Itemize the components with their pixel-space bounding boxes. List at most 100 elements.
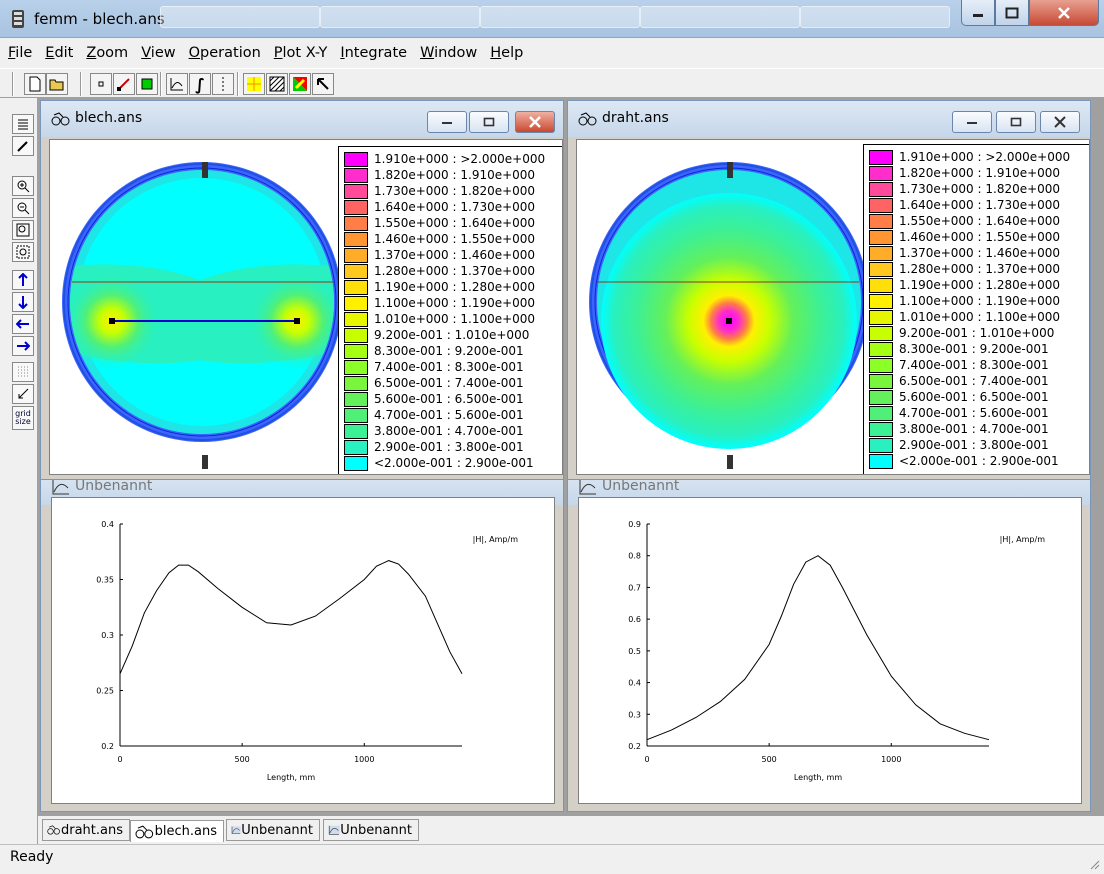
open-file-button[interactable]	[46, 73, 68, 95]
menu-help[interactable]: Help	[490, 45, 523, 61]
menu-window[interactable]: Window	[420, 45, 477, 61]
draht-legend: 1.910e+000 : >2.000e+000 1.820e+000 : 1.9…	[863, 144, 1089, 474]
grid-size-button[interactable]: grid size	[12, 406, 34, 430]
draht-window-title: draht.ans	[602, 110, 669, 126]
minimize-button[interactable]	[961, 0, 995, 26]
select-point-button[interactable]	[90, 73, 112, 95]
tab-unbenannt-2[interactable]: Unbenannt	[323, 819, 419, 841]
menu-zoom[interactable]: Zoom	[86, 45, 128, 61]
legend-label: 9.200e-001 : 1.010e+000	[374, 328, 530, 342]
legend-label: 1.910e+000 : >2.000e+000	[899, 150, 1071, 164]
contour-icon	[222, 77, 224, 91]
y-tick-label: 0.2	[101, 742, 114, 751]
integrate-button[interactable]: ∫	[189, 73, 211, 95]
legend-row: 1.190e+000 : 1.280e+000	[869, 277, 1060, 293]
legend-swatch	[869, 357, 893, 373]
density-plot-button[interactable]	[289, 73, 311, 95]
y-tick-label: 0.8	[628, 552, 641, 561]
list-button[interactable]	[12, 114, 34, 134]
legend-swatch	[344, 183, 368, 199]
zoom-out-button[interactable]	[12, 198, 34, 218]
close-button[interactable]	[1029, 0, 1099, 26]
new-file-icon	[29, 76, 41, 92]
tab-blech[interactable]: blech.ans	[130, 820, 224, 842]
pan-up-button[interactable]	[12, 270, 34, 290]
mesh-icon	[247, 77, 261, 91]
legend-label: 7.400e-001 : 8.300e-001	[899, 358, 1049, 372]
resize-grip-icon[interactable]	[1088, 858, 1100, 870]
menu-operation[interactable]: Operation	[189, 45, 261, 61]
show-mesh-button[interactable]	[243, 73, 265, 95]
legend-swatch	[344, 343, 368, 359]
blech-field-plot	[62, 162, 340, 469]
grid-icon	[18, 366, 28, 377]
legend-swatch	[344, 167, 368, 183]
magnet-glasses-icon	[47, 825, 60, 835]
legend-label: 1.010e+000 : 1.100e+000	[374, 312, 536, 326]
pointer-button[interactable]	[312, 73, 334, 95]
blech-minimize-button[interactable]	[427, 111, 467, 133]
legend-swatch	[344, 375, 368, 391]
plot-area-2: 0.2 0.3 0.4 0.5 0.6 0.7 0.8 0.9 0 500 1000 Length, …	[578, 497, 1082, 804]
plot-icon	[170, 78, 183, 91]
menu-integrate[interactable]: Integrate	[340, 45, 407, 61]
taskbar-ghost	[640, 6, 800, 28]
edit-button[interactable]	[12, 136, 34, 156]
legend-label: 1.100e+000 : 1.190e+000	[374, 296, 536, 310]
tab-draht[interactable]: draht.ans	[42, 819, 130, 841]
legend-swatch	[869, 293, 893, 309]
tab-label: Unbenannt	[241, 822, 313, 838]
pan-down-button[interactable]	[12, 292, 34, 312]
open-folder-icon	[49, 79, 64, 91]
legend-swatch	[344, 439, 368, 455]
zoom-natural-button[interactable]	[12, 220, 34, 240]
draht-close-button[interactable]	[1040, 111, 1080, 133]
menu-file[interactable]: File	[8, 45, 32, 61]
show-grid-button[interactable]	[12, 362, 34, 382]
maximize-button[interactable]	[995, 0, 1029, 26]
x-tick-label: 1000	[881, 755, 901, 764]
x-tick-label: 0	[117, 755, 122, 764]
legend-row: <2.000e-001 : 2.900e-001	[344, 455, 534, 471]
legend-label: 1.640e+000 : 1.730e+000	[374, 200, 536, 214]
pan-left-button[interactable]	[12, 314, 34, 334]
plot-window-2: Unbenannt 0.2 0.3 0.4 0.5 0.6 0.7 0.8 0.9 0 500 10…	[567, 468, 1091, 812]
legend-label: 2.900e-001 : 3.800e-001	[374, 440, 524, 454]
contour-button[interactable]	[212, 73, 234, 95]
draht-minimize-button[interactable]	[952, 111, 992, 133]
select-line-button[interactable]	[113, 73, 135, 95]
tab-unbenannt-1[interactable]: Unbenannt	[226, 819, 320, 841]
y-tick-label: 0.9	[628, 520, 641, 529]
legend-swatch	[869, 165, 893, 181]
zoom-in-button[interactable]	[12, 176, 34, 196]
legend-label: 1.460e+000 : 1.550e+000	[374, 232, 536, 246]
legend-row: 5.600e-001 : 6.500e-001	[869, 389, 1049, 405]
pan-right-button[interactable]	[12, 336, 34, 356]
legend-row: 9.200e-001 : 1.010e+000	[869, 325, 1054, 341]
legend-row: 1.100e+000 : 1.190e+000	[344, 295, 535, 311]
snap-grid-button[interactable]	[12, 384, 34, 404]
plot-button[interactable]	[166, 73, 188, 95]
select-region-button[interactable]	[136, 73, 158, 95]
legend-swatch	[344, 455, 368, 471]
title-bar: femm - blech.ans	[0, 0, 1104, 38]
legend-swatch	[869, 437, 893, 453]
legend-label: 4.700e-001 : 5.600e-001	[899, 406, 1049, 420]
menu-edit[interactable]: Edit	[45, 45, 73, 61]
zoom-window-button[interactable]	[12, 242, 34, 262]
blech-maximize-button[interactable]	[469, 111, 509, 133]
legend-label: 1.820e+000 : 1.910e+000	[374, 168, 536, 182]
new-file-button[interactable]	[24, 73, 46, 95]
left-toolbar: grid size	[0, 98, 38, 844]
legend-row: 5.600e-001 : 6.500e-001	[344, 391, 524, 407]
menu-plot-xy[interactable]: Plot X-Y	[274, 45, 328, 61]
blech-close-button[interactable]	[515, 111, 555, 133]
list-icon	[18, 119, 28, 130]
draht-maximize-button[interactable]	[996, 111, 1036, 133]
menu-view[interactable]: View	[141, 45, 175, 61]
window-title: femm - blech.ans	[34, 10, 165, 28]
legend-swatch	[869, 373, 893, 389]
draht-field-plot	[589, 162, 867, 469]
hatch-button[interactable]	[266, 73, 288, 95]
xy-plot-icon	[579, 480, 596, 495]
